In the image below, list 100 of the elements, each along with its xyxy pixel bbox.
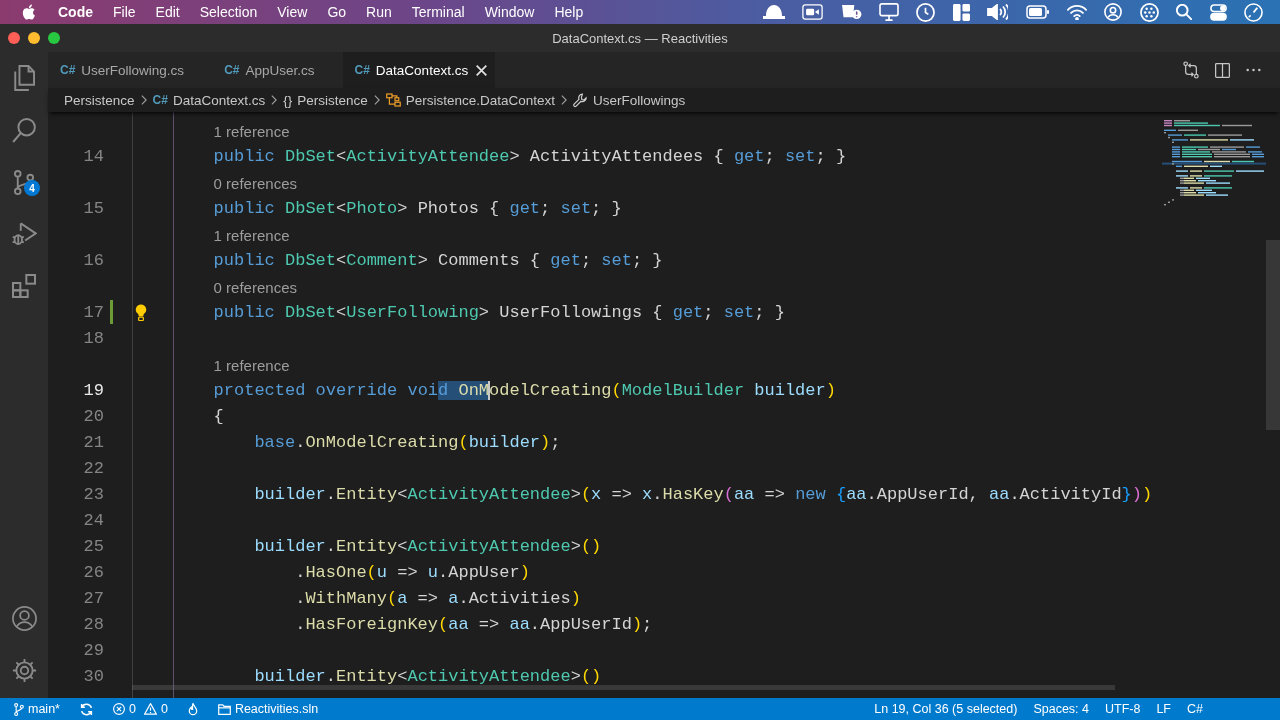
branch-icon <box>14 702 24 716</box>
file-type-icon: C# <box>354 63 370 77</box>
code-line: public DbSet<Comment> Comments { get; set; } <box>213 250 663 272</box>
error-icon <box>112 703 125 715</box>
line-number: 15 <box>83 199 104 218</box>
indentation-status[interactable]: Spaces: 4 <box>1033 702 1089 716</box>
code-line: .WithMany(a => a.Activities) <box>295 588 581 610</box>
display-icon[interactable] <box>879 3 900 21</box>
menu-item[interactable]: Help <box>554 4 584 20</box>
language-status[interactable]: C# <box>1187 702 1203 716</box>
chevron-icon <box>271 95 278 105</box>
menu-item[interactable]: File <box>113 4 136 20</box>
files-icon[interactable] <box>13 65 35 91</box>
breadcrumb-item[interactable]: Persistence.DataContext <box>385 92 556 108</box>
code-line: builder.Entity<ActivityAttendee>() <box>254 666 602 688</box>
source-control-icon[interactable] <box>14 169 34 195</box>
breadcrumb-item[interactable]: UserFollowings <box>573 92 686 108</box>
extensions-icon[interactable] <box>12 274 36 298</box>
cursor-position-status[interactable]: Ln 19, Col 36 (5 selected) <box>874 702 1018 716</box>
code-lens[interactable]: 1 reference <box>213 122 290 140</box>
menu-item[interactable]: Selection <box>199 4 258 20</box>
code-lens[interactable]: 1 reference <box>213 226 290 244</box>
search-icon[interactable] <box>12 117 36 143</box>
encoding-status[interactable]: UTF-8 <box>1105 702 1141 716</box>
zoom-window-icon[interactable] <box>48 32 60 44</box>
folder-icon <box>217 703 231 715</box>
breadcrumb-item[interactable]: {} Persistence <box>283 92 368 108</box>
close-icon[interactable] <box>476 64 488 76</box>
menu-item[interactable]: View <box>277 4 308 20</box>
menu-item[interactable]: Edit <box>155 4 180 20</box>
search-icon[interactable] <box>1176 4 1193 20</box>
branch-status[interactable]: main* <box>14 702 60 716</box>
wrench-icon <box>573 92 589 108</box>
chevron-icon <box>561 95 568 105</box>
split-editor-icon[interactable] <box>1215 62 1230 78</box>
breadcrumb-item[interactable]: Persistence <box>64 92 135 108</box>
minimize-window-icon[interactable] <box>28 32 40 44</box>
code-lens[interactable]: 0 references <box>213 174 297 192</box>
line-number: 23 <box>83 485 104 504</box>
code-line: protected override void OnModelCreating(ModelBuilder builder) <box>213 380 836 402</box>
account-icon[interactable] <box>11 605 37 631</box>
volume-icon[interactable] <box>987 4 1009 20</box>
cup-icon[interactable] <box>840 4 862 20</box>
sync-icon[interactable] <box>79 702 93 716</box>
clock-icon[interactable] <box>916 2 936 22</box>
dome-icon[interactable] <box>762 5 785 19</box>
dotted-circle-icon[interactable] <box>1139 2 1159 22</box>
scrollbar-thumb[interactable] <box>1266 240 1280 430</box>
minimap[interactable] <box>1162 118 1266 208</box>
menu-item[interactable]: Terminal <box>411 4 465 20</box>
line-number: 14 <box>83 147 104 166</box>
solution-status[interactable]: Reactivities.sln <box>217 702 319 716</box>
run-debug-icon[interactable] <box>11 222 37 246</box>
app-menu[interactable]: Code <box>58 4 93 20</box>
toggles-icon[interactable] <box>1209 3 1227 21</box>
editor-tab[interactable]: C# DataContext.cs <box>342 52 496 88</box>
line-number: 26 <box>83 563 104 582</box>
code-line: builder.Entity<ActivityAttendee>() <box>254 536 602 558</box>
chevron-icon <box>140 95 147 105</box>
file-type-icon: C# <box>224 63 240 77</box>
line-ending-status[interactable]: LF <box>1156 702 1171 716</box>
line-number: 21 <box>83 433 104 452</box>
dial-icon[interactable] <box>1244 2 1263 22</box>
code-line: builder.Entity<ActivityAttendee>(x => x.HasKey(aa => new {aa.AppUserId, aa.ActivityId})) <box>254 484 1153 506</box>
horizontal-scrollbar-thumb[interactable] <box>132 685 1115 690</box>
code-lens[interactable]: 0 references <box>213 278 297 296</box>
linked-boxes-icon <box>385 93 401 107</box>
line-number: 27 <box>83 589 104 608</box>
settings-icon[interactable] <box>11 657 37 683</box>
line-number: 17 <box>83 303 104 322</box>
code-line: public DbSet<ActivityAttendee> ActivityAttendees { get; set; } <box>213 146 847 168</box>
close-window-icon[interactable] <box>8 32 20 44</box>
lightbulb-icon[interactable] <box>135 304 147 321</box>
editor-tab[interactable]: C# AppUser.cs <box>212 52 343 88</box>
file-type-icon: C# <box>152 93 168 107</box>
battery-icon[interactable] <box>1025 5 1050 19</box>
braces-icon: {} <box>283 92 293 108</box>
layout-icon[interactable] <box>952 3 970 21</box>
code-line: .HasForeignKey(aa => aa.AppUserId); <box>295 614 653 636</box>
line-number: 30 <box>83 667 104 686</box>
code-line: .HasOne(u => u.AppUser) <box>295 562 530 584</box>
breadcrumb-item[interactable]: C# DataContext.cs <box>152 92 266 108</box>
code-lens[interactable]: 1 reference <box>213 356 290 374</box>
editor-tab[interactable]: C# UserFollowing.cs <box>48 52 213 88</box>
apple-icon[interactable] <box>22 3 36 21</box>
more-icon[interactable] <box>1246 68 1261 72</box>
compare-changes-icon[interactable] <box>1183 61 1199 79</box>
user-icon[interactable] <box>1104 3 1123 21</box>
notification-badge: 4 <box>24 180 40 196</box>
problems-status[interactable]: 0 0 <box>112 702 168 716</box>
menu-item[interactable]: Go <box>327 4 347 20</box>
window-title: DataContext.cs — Reactivities <box>552 30 728 46</box>
line-number: 19 <box>83 381 104 400</box>
line-number: 25 <box>83 537 104 556</box>
line-number: 16 <box>83 251 104 270</box>
menu-item[interactable]: Run <box>366 4 392 20</box>
video-camera-icon[interactable] <box>802 4 824 20</box>
flame-icon[interactable] <box>187 702 198 716</box>
wifi-icon[interactable] <box>1067 4 1088 20</box>
menu-item[interactable]: Window <box>484 4 535 20</box>
